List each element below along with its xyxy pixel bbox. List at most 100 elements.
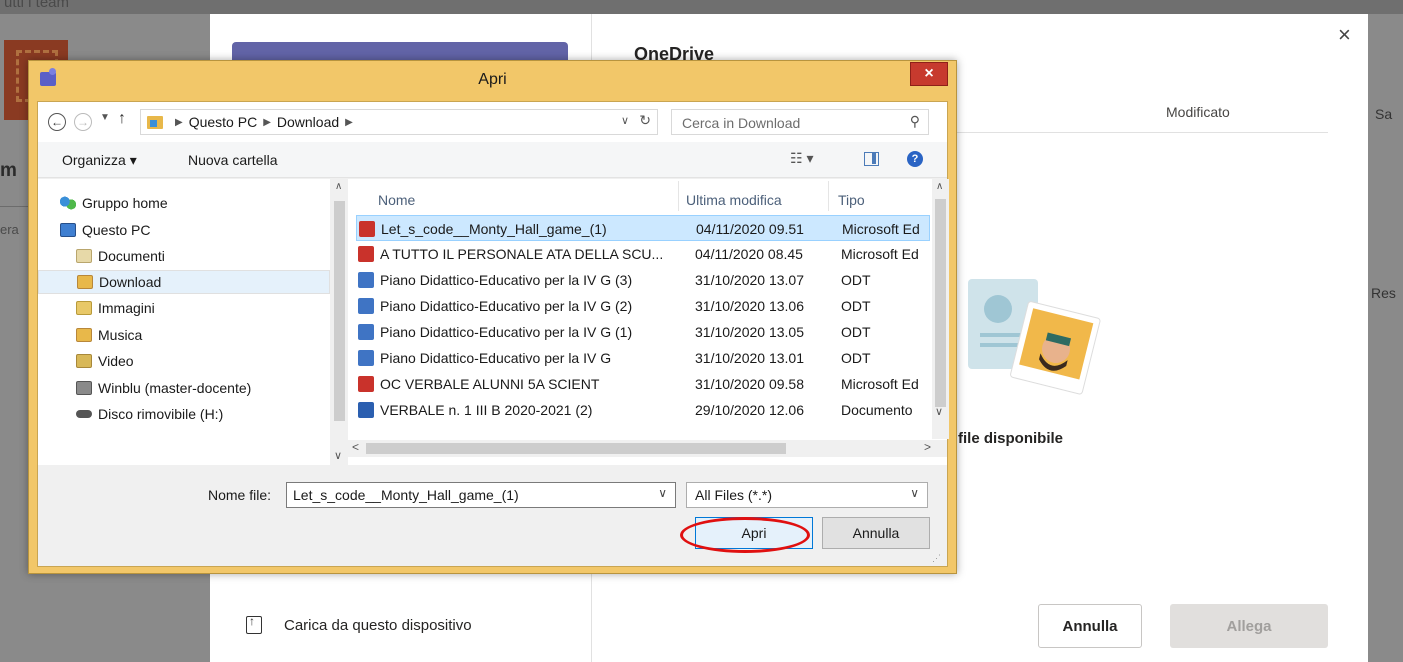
address-bar[interactable]: ▶ Questo PC ▶ Download ▶ ∨ ↻ [140, 109, 658, 135]
file-type: ODT [841, 350, 871, 366]
nav-item-label: Documenti [98, 248, 165, 264]
chevron-right-icon[interactable]: ▶ [263, 117, 271, 128]
column-modified[interactable]: Modificato [1166, 104, 1230, 120]
file-row[interactable]: Piano Didattico-Educativo per la IV G (3… [356, 267, 930, 293]
background-fragment: m [0, 160, 17, 181]
scrollbar-thumb[interactable] [366, 443, 786, 454]
nav-item-label: Winblu (master-docente) [98, 380, 252, 396]
search-icon[interactable]: ⚲ [910, 113, 920, 130]
nav-item-this-pc[interactable]: Questo PC [38, 218, 330, 242]
close-icon[interactable]: × [1338, 22, 1351, 48]
scroll-right-icon[interactable]: > [924, 440, 931, 454]
file-list-vertical-scrollbar[interactable]: ∧ ∨ [932, 179, 949, 439]
preview-pane-icon[interactable] [864, 152, 879, 166]
scroll-down-icon[interactable]: ∨ [334, 449, 342, 462]
file-name-cell: Piano Didattico-Educativo per la IV G [358, 350, 688, 366]
refresh-icon[interactable]: ↻ [639, 112, 651, 129]
scroll-up-icon[interactable]: ∧ [936, 181, 943, 192]
file-type: ODT [841, 298, 871, 314]
new-folder-button[interactable]: Nuova cartella [188, 152, 278, 168]
file-name-cell: A TUTTO IL PERSONALE ATA DELLA SCU... [358, 246, 688, 262]
column-divider[interactable] [828, 181, 829, 211]
file-row[interactable]: OC VERBALE ALUNNI 5A SCIENT 31/10/2020 0… [356, 371, 930, 397]
pdf-file-icon [358, 246, 374, 262]
filename-label: Nome file: [208, 487, 272, 503]
network-drive-icon [76, 381, 92, 395]
organize-menu[interactable]: Organizza ▾ [62, 152, 137, 169]
nav-item-documents[interactable]: Documenti [38, 244, 330, 268]
chevron-down-icon[interactable]: ∨ [621, 114, 629, 127]
scroll-left-icon[interactable]: < [352, 440, 359, 454]
file-row[interactable]: Let_s_code__Monty_Hall_game_(1) 04/11/20… [356, 215, 930, 241]
nav-item-music[interactable]: Musica [38, 323, 330, 347]
nav-item-network-drive[interactable]: Winblu (master-docente) [38, 376, 330, 400]
forward-arrow-icon[interactable]: → [74, 113, 92, 131]
up-arrow-icon[interactable]: ↑ [118, 110, 126, 128]
attach-button[interactable]: Allega [1170, 604, 1328, 648]
column-modified[interactable]: Ultima modifica [686, 192, 782, 208]
nav-item-label: Musica [98, 327, 143, 343]
view-options-icon[interactable]: ☷ ▾ [790, 150, 813, 167]
odt-file-icon [358, 298, 374, 314]
help-icon[interactable]: ? [907, 151, 923, 167]
scroll-up-icon[interactable]: ∧ [335, 181, 342, 192]
nav-item-pictures[interactable]: Immagini [38, 296, 330, 320]
file-row[interactable]: VERBALE n. 1 III B 2020-2021 (2) 29/10/2… [356, 397, 930, 423]
open-button[interactable]: Apri [695, 517, 813, 549]
file-type: Documento [841, 402, 913, 418]
close-icon[interactable]: × [910, 62, 948, 86]
cancel-button[interactable]: Annulla [822, 517, 930, 549]
chevron-right-icon[interactable]: ▶ [345, 117, 353, 128]
background-fragment: Res [1371, 285, 1396, 301]
file-modified: 31/10/2020 09.58 [695, 376, 804, 392]
nav-item-homegroup[interactable]: Gruppo home [38, 191, 330, 215]
nav-item-download[interactable]: Download [38, 270, 330, 294]
recent-locations-icon[interactable]: ▼ [100, 112, 110, 123]
navigation-scrollbar[interactable]: ∧ ∨ [331, 179, 348, 465]
nav-item-label: Download [99, 274, 162, 290]
file-list-header: Nome Ultima modifica Tipo [348, 179, 938, 213]
breadcrumb-this-pc[interactable]: Questo PC [189, 114, 257, 130]
column-divider[interactable] [678, 181, 679, 211]
resize-grip-icon[interactable]: ⋰ [932, 553, 941, 564]
upload-from-device-button[interactable]: Carica da questo dispositivo [246, 614, 472, 634]
scrollbar-thumb[interactable] [334, 201, 345, 421]
file-row[interactable]: A TUTTO IL PERSONALE ATA DELLA SCU... 04… [356, 241, 930, 267]
nav-item-removable-disk[interactable]: Disco rimovibile (H:) [38, 402, 330, 426]
scrollbar-thumb[interactable] [935, 199, 946, 407]
file-row[interactable]: Piano Didattico-Educativo per la IV G 31… [356, 345, 930, 371]
file-name-cell: Piano Didattico-Educativo per la IV G (1… [358, 324, 688, 340]
file-row[interactable]: Piano Didattico-Educativo per la IV G (2… [356, 293, 930, 319]
file-modified: 04/11/2020 09.51 [696, 221, 804, 237]
filetype-select[interactable]: All Files (*.*) ∨ [686, 482, 928, 508]
filename-value: Let_s_code__Monty_Hall_game_(1) [293, 487, 519, 503]
search-placeholder: Cerca in Download [682, 115, 801, 131]
upload-label: Carica da questo dispositivo [284, 616, 472, 634]
chevron-right-icon[interactable]: ▶ [175, 117, 183, 128]
file-name-cell: Let_s_code__Monty_Hall_game_(1) [359, 221, 689, 237]
file-row[interactable]: Piano Didattico-Educativo per la IV G (1… [356, 319, 930, 345]
chevron-down-icon[interactable]: ∨ [910, 486, 919, 500]
file-modified: 04/11/2020 08.45 [695, 246, 803, 262]
documents-folder-icon [76, 249, 92, 263]
breadcrumb-download[interactable]: Download [277, 114, 339, 130]
file-modified: 31/10/2020 13.01 [695, 350, 804, 366]
nav-item-videos[interactable]: Video [38, 349, 330, 373]
chevron-down-icon[interactable]: ∨ [658, 486, 667, 500]
nav-item-label: Gruppo home [82, 195, 168, 211]
file-type: Microsoft Ed [841, 246, 919, 262]
filename-input[interactable]: Let_s_code__Monty_Hall_game_(1) ∨ [286, 482, 676, 508]
nav-item-label: Disco rimovibile (H:) [98, 406, 224, 422]
upload-icon [246, 614, 262, 634]
column-type[interactable]: Tipo [838, 192, 865, 208]
search-input[interactable]: Cerca in Download ⚲ [671, 109, 929, 135]
dialog-body: ← → ▼ ↑ ▶ Questo PC ▶ Download ▶ ∨ ↻ Cer… [37, 101, 949, 567]
cancel-button[interactable]: Annulla [1038, 604, 1142, 648]
back-arrow-icon[interactable]: ← [48, 113, 66, 131]
odt-file-icon [358, 272, 374, 288]
file-list-horizontal-scrollbar[interactable]: < > [348, 440, 947, 457]
scroll-down-icon[interactable]: ∨ [935, 405, 943, 418]
title-bar[interactable]: Apri × [29, 61, 956, 101]
column-name[interactable]: Nome [378, 192, 415, 208]
homegroup-icon [60, 196, 76, 210]
